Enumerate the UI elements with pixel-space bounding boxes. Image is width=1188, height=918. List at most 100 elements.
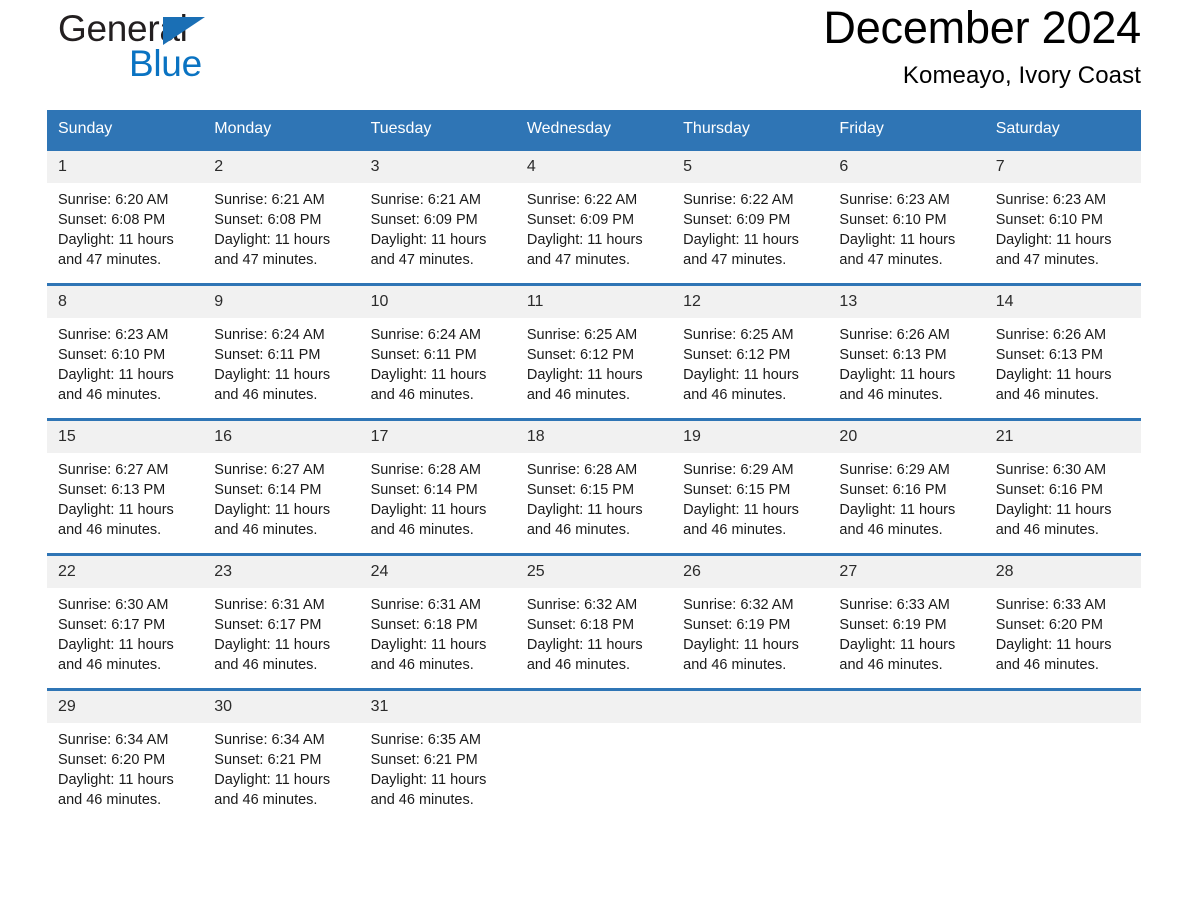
calendar-page: General Blue December 2024 Komeayo, Ivor… xyxy=(0,0,1188,918)
daylight-text: Daylight: 11 hours and 46 minutes. xyxy=(214,367,331,403)
day-number[interactable]: 7 xyxy=(985,151,1141,183)
day-number[interactable]: 15 xyxy=(47,421,203,453)
day-detail-band: Sunrise: 6:30 AM Sunset: 6:17 PM Dayligh… xyxy=(47,588,1141,688)
sunset-text: Sunset: 6:18 PM xyxy=(526,617,635,633)
sunset-text: Sunset: 6:21 PM xyxy=(214,752,322,768)
sunset-text: Sunset: 6:13 PM xyxy=(995,347,1103,363)
daylight-text: Daylight: 11 hours and 46 minutes. xyxy=(683,367,799,403)
sunrise-text: Sunrise: 6:31 AM xyxy=(214,597,325,613)
sunrise-text: Sunrise: 6:33 AM xyxy=(995,597,1107,613)
daylight-text: Daylight: 11 hours and 46 minutes. xyxy=(839,637,956,673)
day-number[interactable]: 16 xyxy=(203,421,359,453)
day-number[interactable]: 28 xyxy=(985,556,1141,588)
day-number[interactable]: 10 xyxy=(360,286,516,318)
day-number[interactable]: 29 xyxy=(47,691,203,723)
daylight-text: Daylight: 11 hours and 46 minutes. xyxy=(370,502,487,538)
sunset-text: Sunset: 6:09 PM xyxy=(526,212,635,228)
sunrise-text: Sunrise: 6:32 AM xyxy=(683,597,794,613)
day-number-empty xyxy=(828,691,984,723)
daylight-text: Daylight: 11 hours and 47 minutes. xyxy=(214,232,331,268)
day-number[interactable]: 30 xyxy=(203,691,359,723)
day-detail-band: Sunrise: 6:27 AM Sunset: 6:13 PM Dayligh… xyxy=(47,453,1141,553)
daylight-text: Daylight: 11 hours and 46 minutes. xyxy=(214,772,331,808)
week-row: 1 2 3 4 5 6 7 Sunrise: 6:20 AM Sunset: 6… xyxy=(47,148,1141,283)
sunrise-text: Sunrise: 6:29 AM xyxy=(683,462,794,478)
day-cell: Sunrise: 6:23 AM Sunset: 6:10 PM Dayligh… xyxy=(828,183,984,283)
daylight-text: Daylight: 11 hours and 47 minutes. xyxy=(526,232,643,268)
day-number[interactable]: 3 xyxy=(360,151,516,183)
day-cell: Sunrise: 6:31 AM Sunset: 6:17 PM Dayligh… xyxy=(203,588,359,688)
sunset-text: Sunset: 6:08 PM xyxy=(58,212,166,228)
day-number-empty xyxy=(985,691,1141,723)
sunset-text: Sunset: 6:08 PM xyxy=(214,212,322,228)
day-number-band: 15 16 17 18 19 20 21 xyxy=(47,421,1141,453)
sunrise-text: Sunrise: 6:30 AM xyxy=(995,462,1107,478)
day-number[interactable]: 26 xyxy=(672,556,828,588)
sunrise-text: Sunrise: 6:26 AM xyxy=(839,327,950,343)
sunrise-text: Sunrise: 6:22 AM xyxy=(683,192,794,208)
day-number[interactable]: 2 xyxy=(203,151,359,183)
day-number[interactable]: 23 xyxy=(203,556,359,588)
day-number[interactable]: 18 xyxy=(516,421,672,453)
day-cell: Sunrise: 6:27 AM Sunset: 6:14 PM Dayligh… xyxy=(203,453,359,553)
daylight-text: Daylight: 11 hours and 46 minutes. xyxy=(839,367,956,403)
sunrise-text: Sunrise: 6:25 AM xyxy=(526,327,638,343)
sunset-text: Sunset: 6:15 PM xyxy=(526,482,635,498)
sunrise-text: Sunrise: 6:27 AM xyxy=(214,462,325,478)
page-title: December 2024 xyxy=(823,2,1141,53)
day-number[interactable]: 22 xyxy=(47,556,203,588)
sunrise-text: Sunrise: 6:28 AM xyxy=(526,462,638,478)
daylight-text: Daylight: 11 hours and 46 minutes. xyxy=(995,502,1112,538)
day-number-empty xyxy=(672,691,828,723)
day-cell: Sunrise: 6:24 AM Sunset: 6:11 PM Dayligh… xyxy=(360,318,516,418)
day-number[interactable]: 5 xyxy=(672,151,828,183)
day-number[interactable]: 8 xyxy=(47,286,203,318)
daylight-text: Daylight: 11 hours and 47 minutes. xyxy=(839,232,956,268)
day-cell: Sunrise: 6:21 AM Sunset: 6:09 PM Dayligh… xyxy=(360,183,516,283)
day-number-band: 22 23 24 25 26 27 28 xyxy=(47,556,1141,588)
daylight-text: Daylight: 11 hours and 46 minutes. xyxy=(683,637,799,673)
weekday-header-monday: Monday xyxy=(214,120,272,137)
day-number[interactable]: 17 xyxy=(360,421,516,453)
sunset-text: Sunset: 6:09 PM xyxy=(370,212,478,228)
sunset-text: Sunset: 6:19 PM xyxy=(683,617,791,633)
sunset-text: Sunset: 6:11 PM xyxy=(370,347,477,363)
day-number[interactable]: 9 xyxy=(203,286,359,318)
day-cell: Sunrise: 6:28 AM Sunset: 6:15 PM Dayligh… xyxy=(516,453,672,553)
day-number[interactable]: 25 xyxy=(516,556,672,588)
daylight-text: Daylight: 11 hours and 46 minutes. xyxy=(214,502,331,538)
day-cell-empty xyxy=(516,723,672,823)
sunrise-text: Sunrise: 6:30 AM xyxy=(58,597,169,613)
day-cell: Sunrise: 6:25 AM Sunset: 6:12 PM Dayligh… xyxy=(516,318,672,418)
page-header: General Blue December 2024 Komeayo, Ivor… xyxy=(47,0,1141,110)
day-cell: Sunrise: 6:31 AM Sunset: 6:18 PM Dayligh… xyxy=(360,588,516,688)
day-number[interactable]: 13 xyxy=(828,286,984,318)
sunset-text: Sunset: 6:09 PM xyxy=(683,212,791,228)
day-cell: Sunrise: 6:26 AM Sunset: 6:13 PM Dayligh… xyxy=(985,318,1141,418)
day-number[interactable]: 12 xyxy=(672,286,828,318)
day-cell: Sunrise: 6:32 AM Sunset: 6:19 PM Dayligh… xyxy=(672,588,828,688)
day-number[interactable]: 27 xyxy=(828,556,984,588)
day-number[interactable]: 1 xyxy=(47,151,203,183)
day-number[interactable]: 20 xyxy=(828,421,984,453)
day-cell: Sunrise: 6:30 AM Sunset: 6:16 PM Dayligh… xyxy=(985,453,1141,553)
sunset-text: Sunset: 6:15 PM xyxy=(683,482,791,498)
sunrise-text: Sunrise: 6:23 AM xyxy=(995,192,1107,208)
day-number[interactable]: 19 xyxy=(672,421,828,453)
day-number[interactable]: 6 xyxy=(828,151,984,183)
day-number[interactable]: 31 xyxy=(360,691,516,723)
day-number[interactable]: 14 xyxy=(985,286,1141,318)
sunset-text: Sunset: 6:20 PM xyxy=(995,617,1103,633)
day-cell: Sunrise: 6:33 AM Sunset: 6:20 PM Dayligh… xyxy=(985,588,1141,688)
day-detail-band: Sunrise: 6:34 AM Sunset: 6:20 PM Dayligh… xyxy=(47,723,1141,823)
day-cell: Sunrise: 6:25 AM Sunset: 6:12 PM Dayligh… xyxy=(672,318,828,418)
calendar-grid: Sunday Monday Tuesday Wednesday Thursday… xyxy=(47,110,1141,823)
week-row: 15 16 17 18 19 20 21 Sunrise: 6:27 AM Su… xyxy=(47,418,1141,553)
daylight-text: Daylight: 11 hours and 46 minutes. xyxy=(214,637,331,673)
sunset-text: Sunset: 6:14 PM xyxy=(370,482,478,498)
day-cell: Sunrise: 6:29 AM Sunset: 6:16 PM Dayligh… xyxy=(828,453,984,553)
day-number[interactable]: 24 xyxy=(360,556,516,588)
day-number[interactable]: 21 xyxy=(985,421,1141,453)
day-number[interactable]: 11 xyxy=(516,286,672,318)
day-number[interactable]: 4 xyxy=(516,151,672,183)
